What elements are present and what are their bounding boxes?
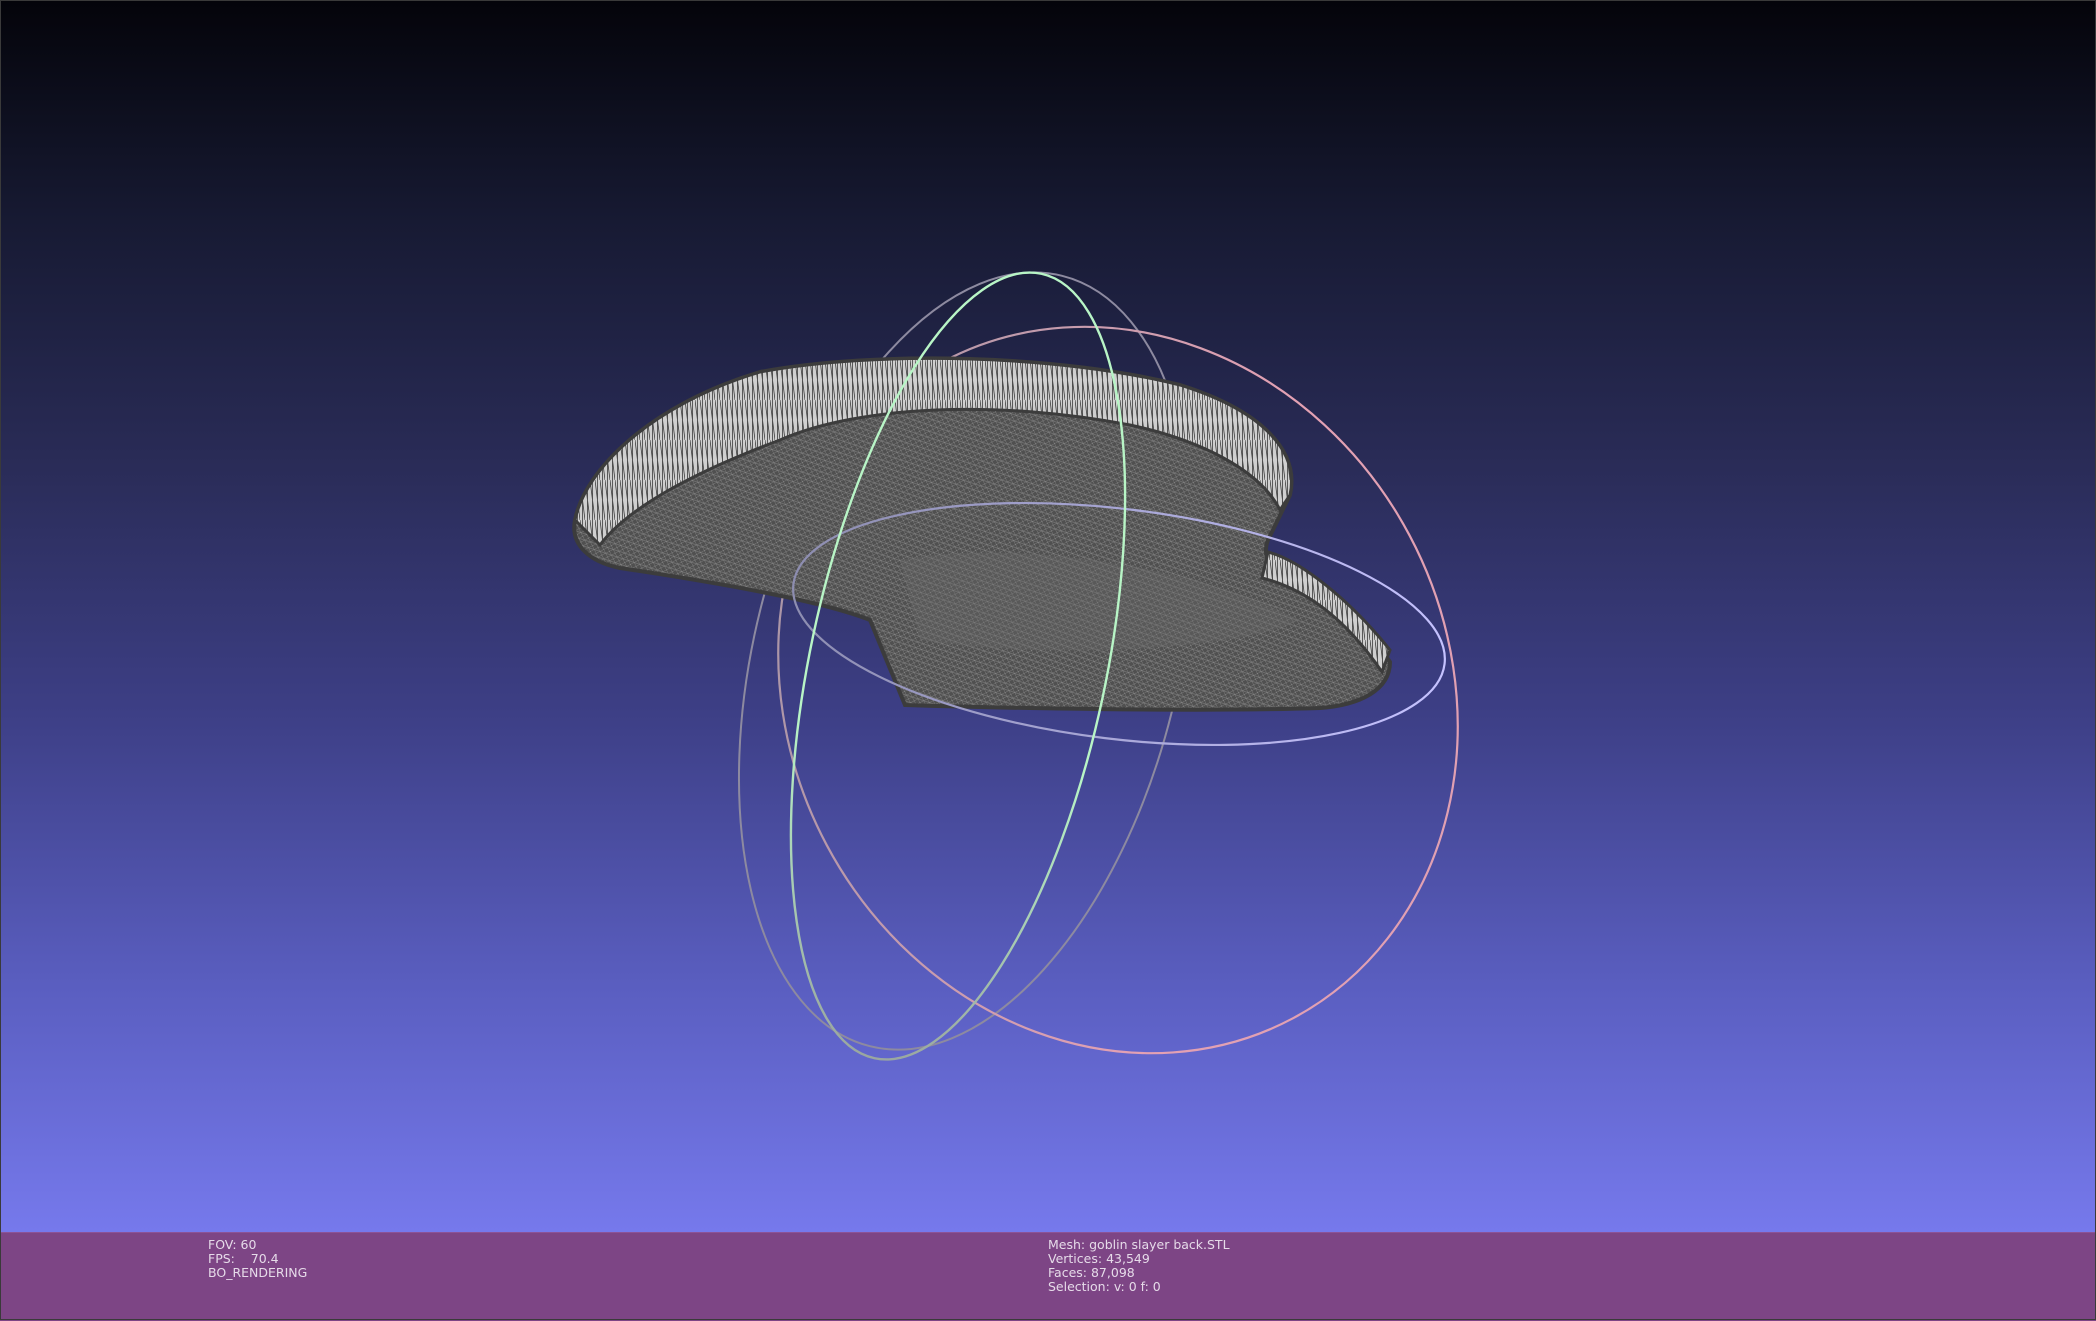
selection-value: v: 0 f: 0 bbox=[1113, 1279, 1161, 1294]
3d-viewport[interactable] bbox=[0, 0, 2096, 1232]
fov-readout: FOV: 60 bbox=[208, 1238, 307, 1252]
fov-label: FOV: bbox=[208, 1237, 237, 1252]
faces-value: 87,098 bbox=[1090, 1265, 1135, 1280]
vertices-readout: Vertices: 43,549 bbox=[1048, 1252, 1230, 1266]
status-bar: FOV: 60 FPS: 70.4 BO_RENDERING Mesh: gob… bbox=[0, 1232, 2096, 1321]
faces-readout: Faces: 87,098 bbox=[1048, 1266, 1230, 1280]
mesh-name-readout: Mesh: goblin slayer back.STL bbox=[1048, 1238, 1230, 1252]
selection-readout: Selection: v: 0 f: 0 bbox=[1048, 1280, 1230, 1294]
fov-value: 60 bbox=[240, 1237, 257, 1252]
mesh-name: goblin slayer back.STL bbox=[1089, 1237, 1230, 1252]
fps-value: 70.4 bbox=[250, 1251, 279, 1266]
faces-label: Faces: bbox=[1048, 1265, 1087, 1280]
vertices-label: Vertices: bbox=[1048, 1251, 1103, 1266]
selection-label: Selection: bbox=[1048, 1279, 1110, 1294]
render-info: FOV: 60 FPS: 70.4 BO_RENDERING bbox=[208, 1238, 307, 1280]
mesh-object[interactable] bbox=[572, 356, 1393, 712]
scene-canvas[interactable] bbox=[0, 0, 2096, 1232]
fps-readout: FPS: 70.4 bbox=[208, 1252, 307, 1266]
render-mode: BO_RENDERING bbox=[208, 1265, 308, 1280]
mesh-info: Mesh: goblin slayer back.STL Vertices: 4… bbox=[1048, 1238, 1230, 1294]
fps-label: FPS: bbox=[208, 1251, 235, 1266]
vertices-value: 43,549 bbox=[1106, 1251, 1150, 1266]
mesh-label: Mesh: bbox=[1048, 1237, 1086, 1252]
